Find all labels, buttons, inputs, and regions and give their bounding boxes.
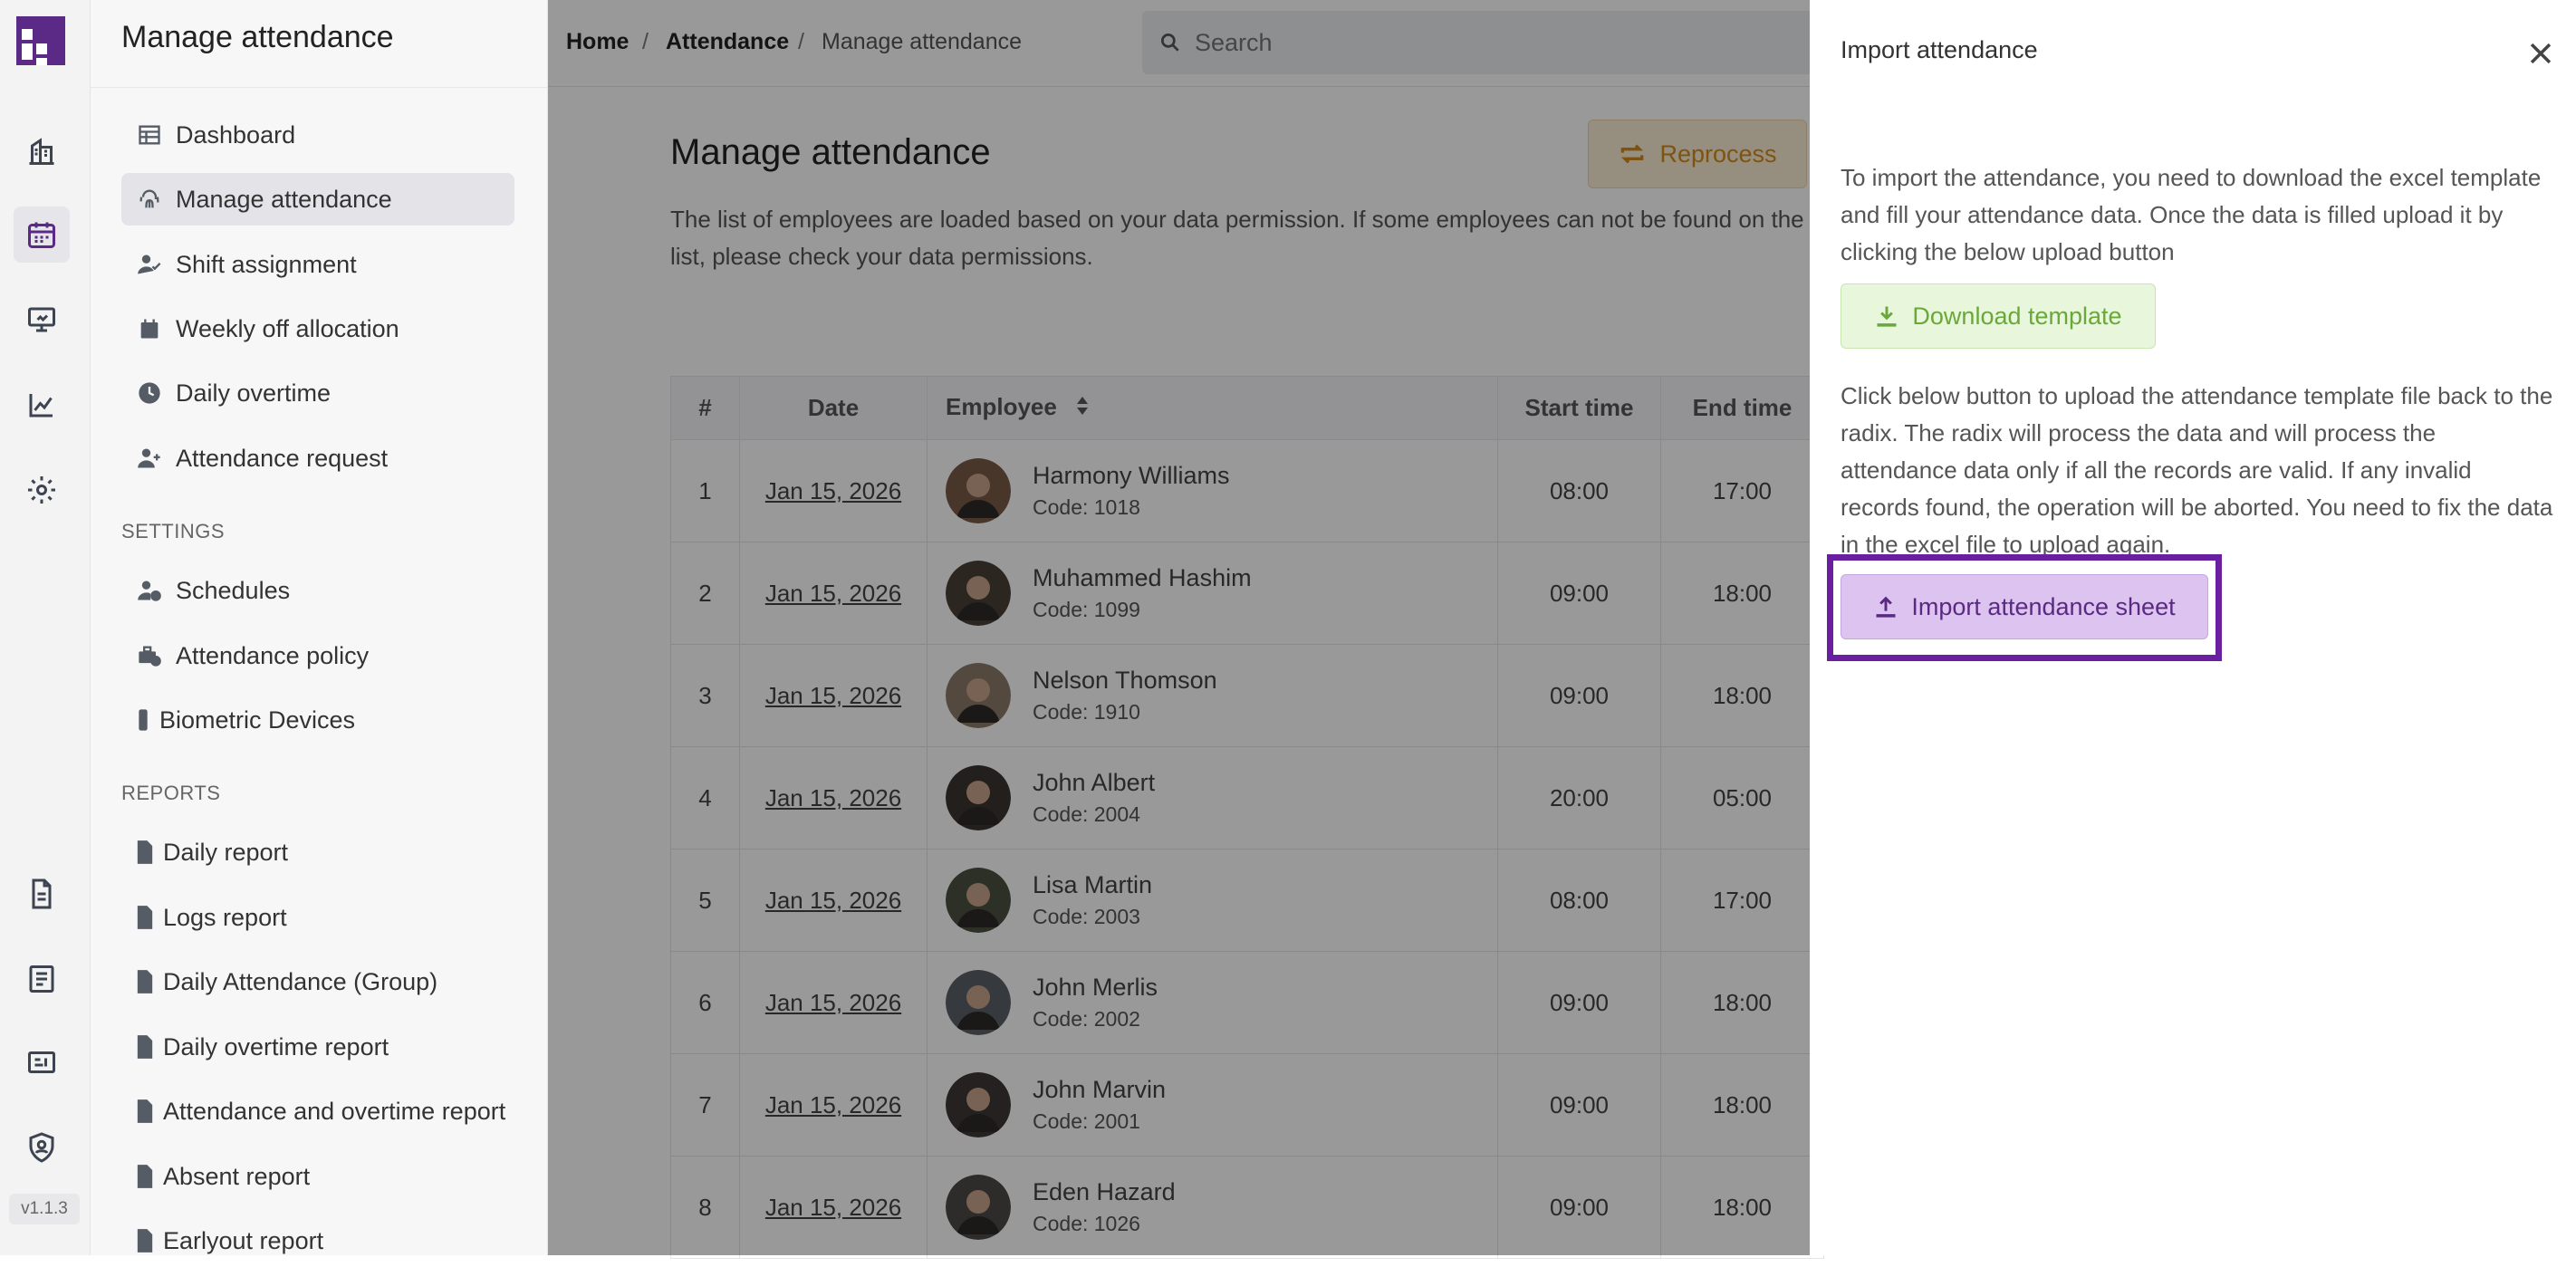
sidebar-item-label: Weekly off allocation — [176, 314, 399, 342]
document-icon[interactable] — [14, 866, 70, 922]
close-icon[interactable] — [2525, 38, 2556, 69]
divider — [91, 87, 547, 88]
sidebar-item-label: Attendance request — [176, 444, 389, 472]
sidebar-item-shift-assignment[interactable]: Shift assignment — [121, 238, 514, 291]
sidebar-item-manage-attendance[interactable]: Manage attendance — [121, 173, 514, 226]
logo-icon[interactable] — [16, 16, 65, 65]
report-item-label: Daily overtime report — [163, 1032, 389, 1061]
sidebar-item-dashboard[interactable]: Dashboard — [121, 109, 514, 161]
upload-icon — [1876, 596, 1896, 618]
download-icon — [1877, 306, 1897, 327]
upload-instructions: Click below button to upload the attenda… — [1841, 382, 2553, 558]
sidebar-item-label: Daily overtime — [176, 379, 332, 407]
sidebar-item-label: Shift assignment — [176, 250, 357, 278]
user-plus-icon — [134, 443, 165, 474]
file-icon — [134, 1096, 156, 1127]
calendar-icon — [134, 313, 165, 344]
fingerprint-icon — [134, 184, 165, 215]
icon-rail: v1.1.3 — [0, 0, 91, 1255]
file-icon — [134, 1032, 156, 1062]
sidebar: Manage attendance Dashboard Manage atten… — [91, 0, 548, 1255]
business-time-icon — [134, 640, 165, 671]
sidebar-item-label: Schedules — [176, 576, 291, 604]
sidebar-title: Manage attendance — [121, 20, 394, 54]
sidebar-item-label: Dashboard — [176, 120, 296, 149]
file-icon — [134, 966, 156, 997]
gear-icon[interactable] — [14, 462, 70, 518]
report-item-label: Earlyout report — [163, 1226, 324, 1254]
id-card-icon[interactable] — [14, 1034, 70, 1090]
report-item-label: Absent report — [163, 1162, 311, 1190]
sidebar-item-label: Biometric Devices — [159, 705, 356, 734]
import-sheet-label: Import attendance sheet — [1911, 592, 2176, 620]
table-icon — [134, 120, 165, 150]
sidebar-item-daily-overtime[interactable]: Daily overtime — [121, 367, 514, 419]
report-item-label: Daily report — [163, 838, 289, 866]
sidebar-item-label: Attendance policy — [176, 641, 370, 669]
file-icon — [134, 1225, 156, 1256]
report-item-label: Logs report — [163, 903, 287, 931]
sidebar-item-schedules[interactable]: Schedules — [121, 564, 514, 617]
user-check-icon — [134, 249, 165, 280]
settings-section-label: SETTINGS — [121, 520, 226, 542]
user-clock-icon — [134, 575, 165, 606]
report-item-daily[interactable]: Daily report — [121, 826, 514, 878]
sidebar-item-weekly-off[interactable]: Weekly off allocation — [121, 302, 514, 355]
shield-icon[interactable] — [14, 1119, 70, 1176]
version-badge: v1.1.3 — [9, 1194, 80, 1224]
chart-icon[interactable] — [14, 377, 70, 433]
sidebar-item-biometric-devices[interactable]: Biometric Devices — [121, 694, 514, 746]
report-item-label: Attendance and overtime report — [163, 1097, 506, 1125]
report-item-attendance-overtime[interactable]: Attendance and overtime report — [121, 1085, 514, 1137]
report-item-absent[interactable]: Absent report — [121, 1150, 514, 1203]
building-icon[interactable] — [14, 123, 70, 179]
clock-icon — [134, 378, 165, 408]
report-item-earlyout[interactable]: Earlyout report — [121, 1214, 514, 1267]
report-item-label: Daily Attendance (Group) — [163, 967, 438, 995]
file-icon — [134, 1161, 156, 1192]
download-template-button[interactable]: Download template — [1841, 283, 2156, 349]
sidebar-item-label: Manage attendance — [176, 185, 392, 213]
presentation-icon[interactable] — [14, 292, 70, 348]
drawer-title: Import attendance — [1841, 36, 2038, 63]
reports-section-label: REPORTS — [121, 782, 221, 804]
file-icon — [134, 837, 156, 868]
download-instructions: To import the attendance, you need to do… — [1841, 164, 2542, 265]
download-template-label: Download template — [1912, 302, 2122, 330]
calendar-icon[interactable] — [14, 206, 70, 263]
device-icon — [134, 705, 152, 735]
report-item-daily-attendance-group[interactable]: Daily Attendance (Group) — [121, 955, 514, 1008]
report-item-logs[interactable]: Logs report — [121, 891, 514, 944]
import-attendance-sheet-button[interactable]: Import attendance sheet — [1841, 574, 2208, 639]
sidebar-item-attendance-request[interactable]: Attendance request — [121, 432, 514, 485]
report-item-daily-overtime[interactable]: Daily overtime report — [121, 1021, 514, 1073]
import-attendance-drawer: Import attendance To import the attendan… — [1810, 0, 2576, 1255]
sidebar-item-attendance-policy[interactable]: Attendance policy — [121, 629, 514, 682]
list-icon[interactable] — [14, 951, 70, 1007]
file-icon — [134, 902, 156, 933]
